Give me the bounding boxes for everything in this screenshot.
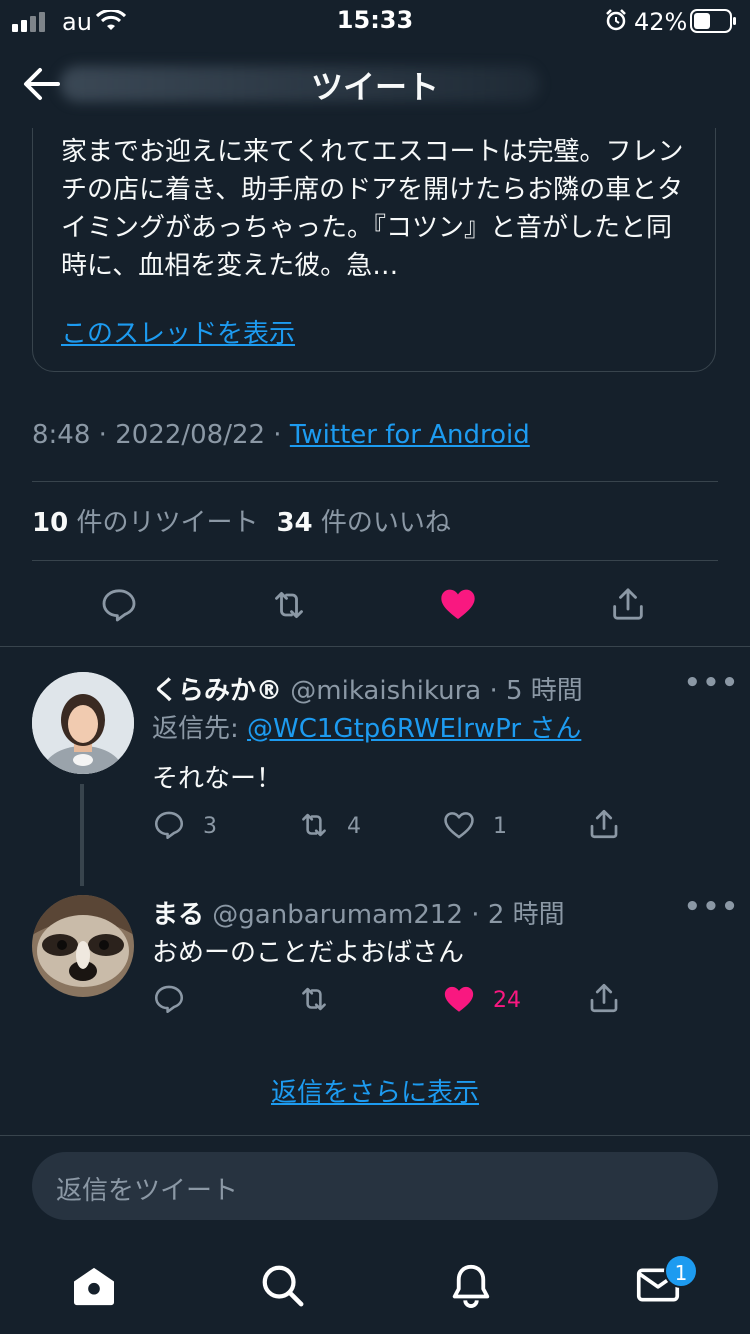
divider bbox=[32, 560, 718, 561]
home-icon[interactable] bbox=[72, 1266, 116, 1306]
avatar[interactable] bbox=[32, 895, 134, 997]
user-name[interactable]: まる bbox=[152, 900, 204, 930]
tweet-time: 8:48 bbox=[32, 420, 91, 450]
share-icon[interactable] bbox=[608, 584, 648, 624]
reply-to-line: 返信先: @WC1Gtp6RWElrwPr さん bbox=[152, 708, 581, 745]
post-time: 5 時間 bbox=[506, 676, 583, 706]
avatar[interactable] bbox=[32, 672, 134, 774]
liked-heart-icon[interactable] bbox=[441, 982, 477, 1016]
reply-count: 3 bbox=[203, 814, 217, 839]
tweet-stats: 10 件のリツイート 34 件のいいね bbox=[32, 502, 451, 539]
divider bbox=[32, 481, 718, 482]
battery-icon bbox=[690, 9, 736, 33]
user-handle: @ganbarumam212 bbox=[212, 900, 464, 930]
user-name[interactable]: くらみか® bbox=[152, 676, 282, 706]
more-options-icon[interactable]: ••• bbox=[684, 892, 740, 922]
retweet-count: 4 bbox=[347, 814, 361, 839]
meta-separator: · bbox=[265, 420, 290, 450]
show-more-replies-link[interactable]: 返信をさらに表示 bbox=[0, 1072, 750, 1109]
compose-placeholder: 返信をツイート bbox=[56, 1176, 239, 1206]
liked-heart-icon[interactable] bbox=[437, 584, 479, 624]
divider bbox=[0, 1135, 750, 1136]
quoted-tweet-card[interactable]: ２５歳。高級外車に乗ってる人からデートのお誘い。家までお迎えに来てくれてエスコー… bbox=[32, 100, 716, 372]
status-bar: au 15:33 42% bbox=[0, 0, 750, 40]
reply-to-label: 返信先: bbox=[152, 714, 248, 744]
reply-icon[interactable] bbox=[152, 982, 186, 1016]
share-icon[interactable] bbox=[586, 980, 622, 1016]
reply-header: くらみか® @mikaishikura · 5 時間 bbox=[152, 676, 583, 706]
tweet-date: 2022/08/22 bbox=[115, 420, 266, 450]
heart-icon[interactable] bbox=[441, 808, 477, 842]
like-count: 1 bbox=[493, 814, 507, 839]
notifications-bell-icon[interactable] bbox=[448, 1262, 494, 1308]
reply-to-handle[interactable]: @WC1Gtp6RWElrwPr さん bbox=[247, 714, 581, 744]
share-icon[interactable] bbox=[586, 806, 622, 842]
thread-line bbox=[80, 784, 84, 886]
tweet-meta: 8:48 · 2022/08/22 · Twitter for Android bbox=[32, 420, 530, 450]
retweet-icon[interactable] bbox=[296, 982, 332, 1016]
reply-compose-input[interactable]: 返信をツイート bbox=[32, 1152, 718, 1220]
retweet-icon[interactable] bbox=[296, 808, 332, 842]
tweet-source-link[interactable]: Twitter for Android bbox=[290, 420, 530, 450]
more-options-icon[interactable]: ••• bbox=[684, 668, 740, 698]
show-thread-link[interactable]: このスレッドを表示 bbox=[61, 313, 295, 350]
messages-badge: 1 bbox=[664, 1254, 698, 1288]
reply-icon[interactable] bbox=[152, 808, 186, 842]
search-icon[interactable] bbox=[259, 1262, 305, 1308]
user-handle: @mikaishikura bbox=[290, 676, 482, 706]
reply-icon[interactable] bbox=[99, 585, 139, 625]
reply-text: おめーのことだよおばさん bbox=[152, 938, 465, 968]
page-title: ツイート bbox=[310, 68, 439, 106]
reply-text: それなー！ bbox=[152, 764, 283, 794]
retweet-icon[interactable] bbox=[268, 585, 310, 625]
meta-separator: · bbox=[90, 420, 116, 450]
like-stats[interactable]: 34 件のいいね bbox=[276, 508, 450, 538]
post-time: 2 時間 bbox=[487, 900, 565, 930]
top-header: ツイート bbox=[0, 40, 750, 128]
battery-percent: 42% bbox=[634, 8, 688, 36]
reply-header: まる @ganbarumam212 · 2 時間 bbox=[152, 900, 565, 930]
divider bbox=[0, 646, 750, 647]
retweet-stats[interactable]: 10 件のリツイート bbox=[32, 508, 258, 538]
alarm-icon bbox=[606, 9, 626, 31]
like-count: 24 bbox=[493, 988, 521, 1013]
